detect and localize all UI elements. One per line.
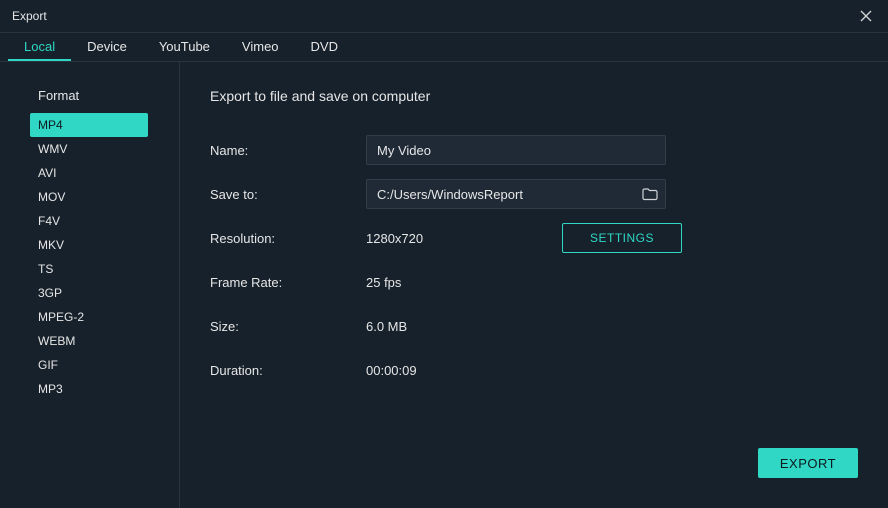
format-item-webm[interactable]: WEBM xyxy=(30,329,148,353)
size-value: 6.0 MB xyxy=(366,319,407,334)
tab-vimeo[interactable]: Vimeo xyxy=(226,33,295,61)
export-button[interactable]: EXPORT xyxy=(758,448,858,478)
row-size: Size: 6.0 MB xyxy=(210,304,858,348)
row-duration: Duration: 00:00:09 xyxy=(210,348,858,392)
format-item-avi[interactable]: AVI xyxy=(30,161,148,185)
sidebar: Format MP4 WMV AVI MOV F4V MKV TS 3GP MP… xyxy=(0,62,180,508)
format-item-3gp[interactable]: 3GP xyxy=(30,281,148,305)
duration-label: Duration: xyxy=(210,363,366,378)
saveto-input[interactable] xyxy=(366,179,666,209)
format-item-mp3[interactable]: MP3 xyxy=(30,377,148,401)
format-item-f4v[interactable]: F4V xyxy=(30,209,148,233)
format-item-wmv[interactable]: WMV xyxy=(30,137,148,161)
format-item-mp4[interactable]: MP4 xyxy=(30,113,148,137)
tab-dvd[interactable]: DVD xyxy=(295,33,354,61)
titlebar: Export xyxy=(0,0,888,32)
resolution-label: Resolution: xyxy=(210,231,366,246)
resolution-value: 1280x720 xyxy=(366,231,546,246)
saveto-label: Save to: xyxy=(210,187,366,202)
framerate-label: Frame Rate: xyxy=(210,275,366,290)
format-item-mpeg2[interactable]: MPEG-2 xyxy=(30,305,148,329)
format-heading: Format xyxy=(30,88,179,103)
row-name: Name: xyxy=(210,128,858,172)
tabbar: Local Device YouTube Vimeo DVD xyxy=(0,32,888,62)
duration-value: 00:00:09 xyxy=(366,363,417,378)
size-label: Size: xyxy=(210,319,366,334)
row-saveto: Save to: xyxy=(210,172,858,216)
tab-youtube[interactable]: YouTube xyxy=(143,33,226,61)
format-list: MP4 WMV AVI MOV F4V MKV TS 3GP MPEG-2 WE… xyxy=(30,113,148,401)
row-resolution: Resolution: 1280x720 SETTINGS xyxy=(210,216,858,260)
tab-device[interactable]: Device xyxy=(71,33,143,61)
format-item-gif[interactable]: GIF xyxy=(30,353,148,377)
format-item-mkv[interactable]: MKV xyxy=(30,233,148,257)
format-item-ts[interactable]: TS xyxy=(30,257,148,281)
name-label: Name: xyxy=(210,143,366,158)
framerate-value: 25 fps xyxy=(366,275,401,290)
content: Format MP4 WMV AVI MOV F4V MKV TS 3GP MP… xyxy=(0,62,888,508)
tab-local[interactable]: Local xyxy=(8,33,71,61)
close-icon[interactable] xyxy=(856,6,876,26)
settings-button[interactable]: SETTINGS xyxy=(562,223,682,253)
folder-icon[interactable] xyxy=(642,187,658,201)
format-item-mov[interactable]: MOV xyxy=(30,185,148,209)
row-framerate: Frame Rate: 25 fps xyxy=(210,260,858,304)
main-panel: Export to file and save on computer Name… xyxy=(180,62,888,508)
main-heading: Export to file and save on computer xyxy=(210,88,858,104)
window-title: Export xyxy=(12,9,47,23)
name-input[interactable] xyxy=(366,135,666,165)
